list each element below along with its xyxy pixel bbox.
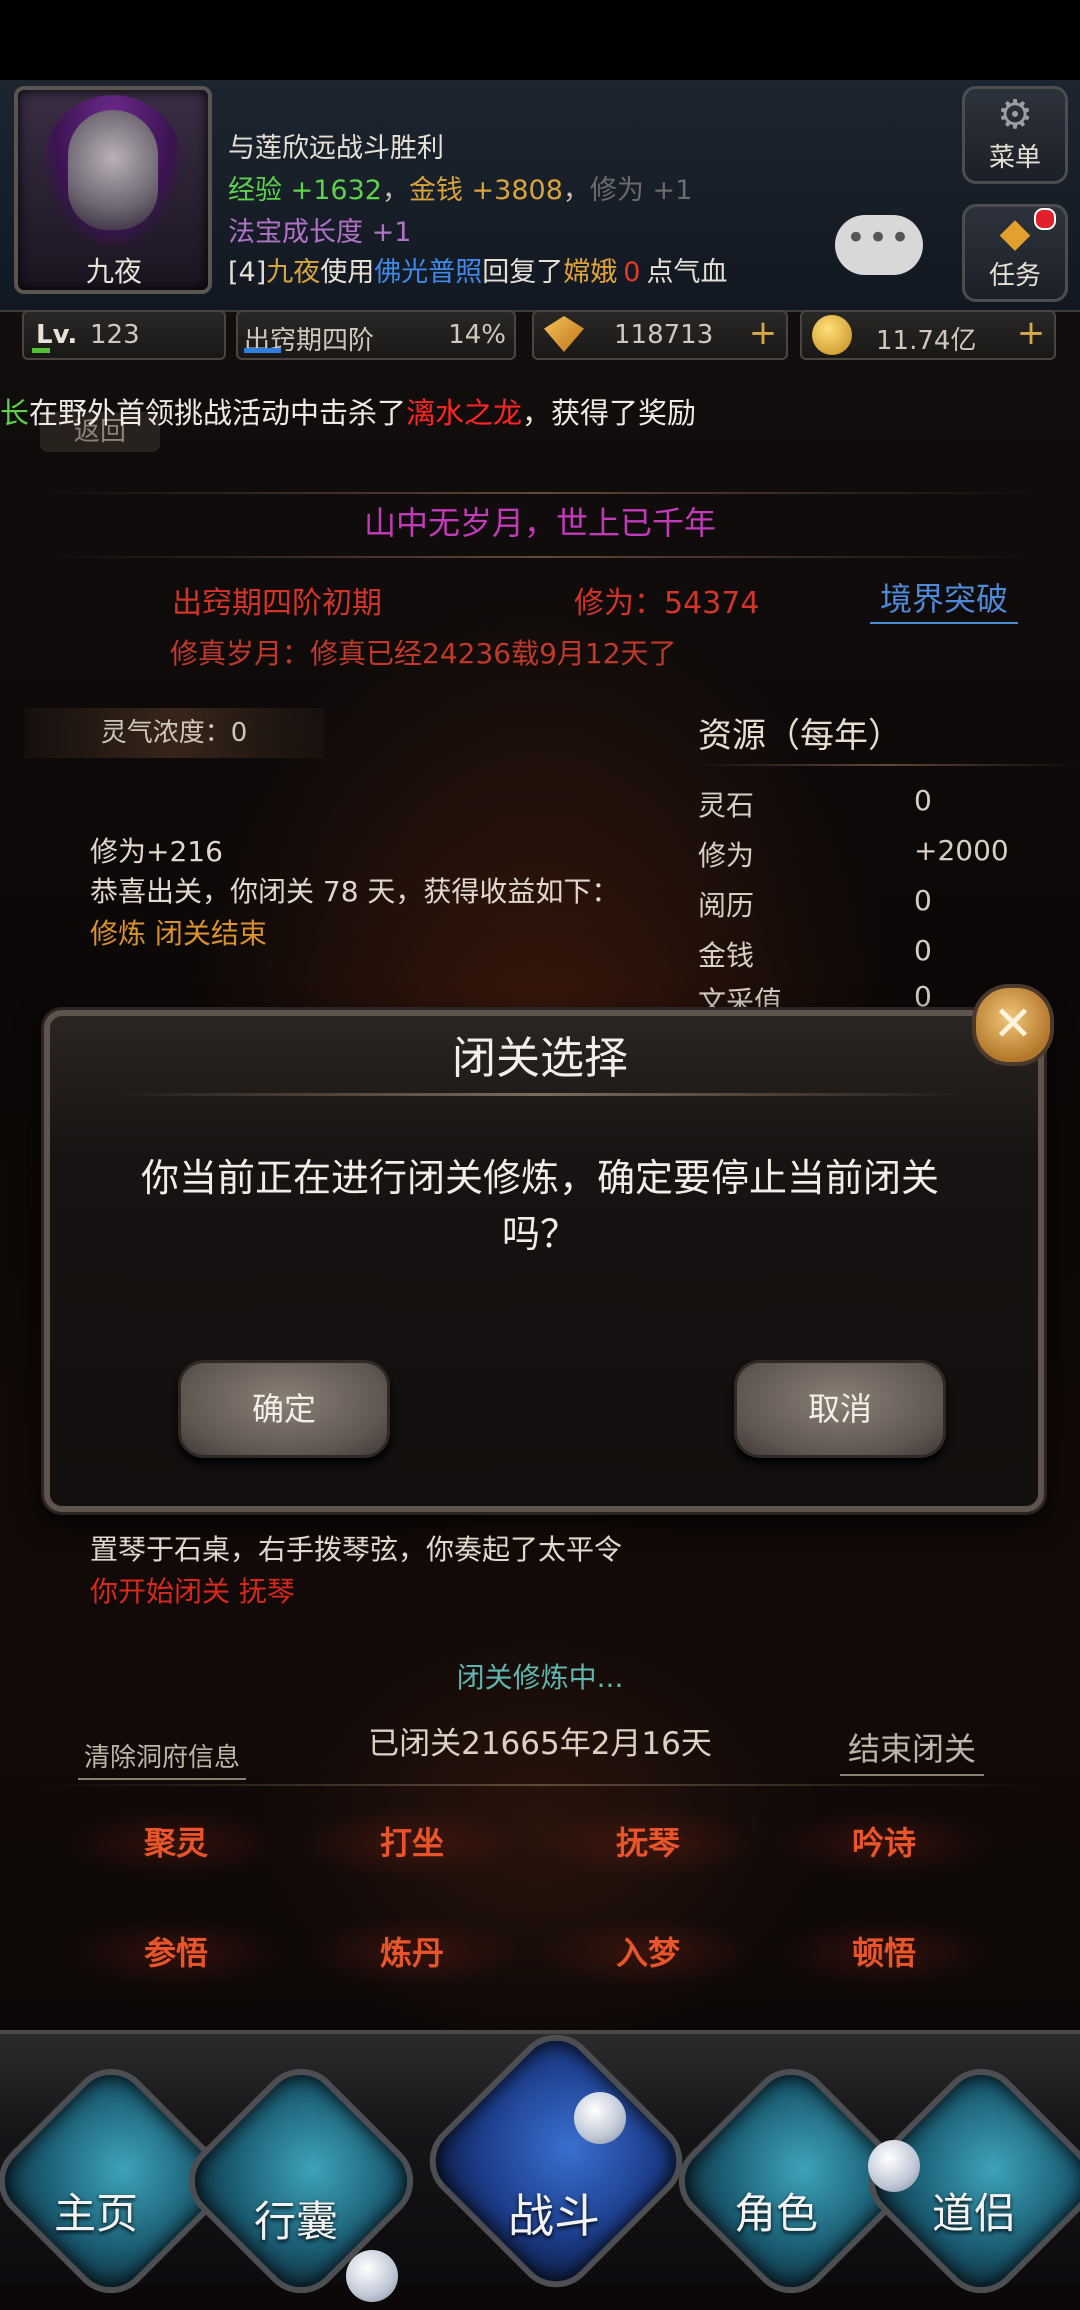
motto: 山中无岁月，世上已千年 (363, 504, 716, 542)
nav-partner-label[interactable]: 道侣 (874, 2180, 1074, 2241)
glow-orb (574, 2092, 626, 2144)
menu-label: 菜单 (988, 143, 1041, 173)
money-gain: +3808 (471, 175, 563, 206)
action-dazuo[interactable]: 打坐 (302, 1808, 522, 1878)
aura-density: 灵气浓度：0 (24, 708, 324, 758)
realm-percent: 14% (448, 320, 506, 350)
heal-amount: 0 (623, 257, 641, 288)
add-gems-button[interactable]: + (746, 316, 780, 350)
action-dunwu[interactable]: 顿悟 (774, 1918, 994, 1988)
level-progress-fill (32, 348, 50, 353)
glow-orb (346, 2250, 398, 2302)
gear-icon: ⚙ (997, 92, 1033, 138)
heal-prefix: [4] (228, 257, 267, 288)
level-value: 123 (90, 320, 140, 350)
cancel-button[interactable]: 取消 (734, 1360, 946, 1458)
gem-counter: 118713 + (532, 310, 788, 360)
task-label: 任务 (988, 261, 1041, 291)
heal-verb: 使用 (320, 257, 375, 288)
divider (40, 492, 1040, 494)
nav-bag-label[interactable]: 行囊 (196, 2188, 396, 2249)
avatar-face (68, 110, 158, 230)
realm-progress-fill (244, 348, 281, 353)
heal-target: 嫦娥 (563, 257, 618, 288)
realm-text: 出窍期四阶初期 (172, 586, 382, 621)
nav-home-label[interactable]: 主页 (0, 2180, 196, 2241)
resource-name: 修为 (698, 839, 755, 872)
action-fuqin[interactable]: 抚琴 (538, 1808, 758, 1878)
reward-message: 经验 +1632，金钱 +3808，修为 +1 (228, 175, 693, 206)
chat-bubble-icon[interactable]: ••• (835, 215, 923, 275)
gold-count: 11.74亿 (876, 326, 977, 356)
battle-message: 与莲欣远战斗胜利 (228, 133, 444, 164)
ticker-text-end: ，获得了奖励 (522, 396, 697, 430)
money-label: 金钱 (408, 175, 463, 206)
level-label: Lv. (36, 320, 78, 350)
player-name: 九夜 (85, 255, 142, 288)
gem-icon (544, 316, 584, 352)
gold-coin-icon (812, 315, 852, 355)
breakthrough-button[interactable]: 境界突破 (870, 574, 1019, 624)
exp-label: 经验 (228, 175, 282, 206)
action-rumeng[interactable]: 入梦 (538, 1918, 758, 1988)
action-canwu[interactable]: 参悟 (66, 1918, 286, 1988)
resource-value: +2000 (914, 834, 1009, 867)
action-yinshi[interactable]: 吟诗 (774, 1808, 994, 1878)
heal-skill: 佛光普照 (374, 257, 483, 288)
ticker-text: 在野外首领挑战活动中击杀了 (29, 396, 407, 430)
log-line: 置琴于石桌，右手拨琴弦，你奏起了太平令 (90, 1533, 623, 1566)
resource-value: 0 (914, 934, 932, 967)
confirm-button[interactable]: 确定 (178, 1360, 390, 1458)
xiuwei-label: 修为 (589, 175, 644, 206)
end-retreat-button[interactable]: 结束闭关 (840, 1724, 985, 1776)
dialog-divider (110, 1093, 970, 1096)
log-line: 恭喜出关，你闭关 78 天，获得收益如下： (90, 875, 620, 908)
resource-name: 阅历 (698, 889, 755, 922)
action-liandan[interactable]: 炼丹 (302, 1918, 522, 1988)
realm-bar: 出窍期四阶 14% (236, 310, 516, 360)
resource-name: 灵石 (698, 789, 755, 822)
resource-value: 0 (914, 884, 932, 917)
add-gold-button[interactable]: + (1014, 316, 1048, 350)
heal-suffix: 点气血 (646, 257, 728, 288)
divider (40, 1784, 1040, 1786)
exp-gain: +1632 (290, 175, 382, 206)
log-line: 修炼 闭关结束 (90, 917, 267, 950)
dialog-message: 你当前正在进行闭关修炼，确定要停止当前闭关吗？ (140, 1156, 939, 1256)
announcement-ticker: 长在野外首领挑战活动中击杀了漓水之龙，获得了奖励 (0, 390, 1080, 440)
resource-name: 金钱 (698, 939, 755, 972)
ticker-lead: 长 (0, 396, 30, 430)
divider (40, 556, 1040, 558)
heal-message: [4]九夜使用佛光普照回复了嫦娥 0 点气血 (228, 250, 727, 289)
xiuwei-gain: +1 (652, 175, 693, 206)
action-juling[interactable]: 聚灵 (66, 1808, 286, 1878)
dialog-title: 闭关选择 (452, 1033, 628, 1084)
resources-title: 资源（每年） (698, 716, 902, 756)
clear-cave-info-button[interactable]: 清除洞府信息 (78, 1737, 247, 1780)
task-notification-dot (1034, 208, 1056, 230)
resource-value: 0 (914, 980, 932, 1013)
treasure-growth-message: 法宝成长度 +1 (228, 217, 412, 248)
nav-battle-label[interactable]: 战斗 (454, 2180, 654, 2246)
heal-mid: 回复了 (482, 257, 564, 288)
resource-value: 0 (914, 784, 932, 817)
log-line: 你开始闭关 抚琴 (90, 1575, 295, 1608)
heal-actor: 九夜 (266, 257, 321, 288)
cultivation-years: 修真岁月：修真已经24236载9月12天了 (170, 637, 677, 670)
gold-counter: 11.74亿 + (800, 310, 1056, 360)
gem-count: 118713 (614, 320, 714, 350)
ticker-boss: 漓水之龙 (406, 396, 523, 430)
retreat-status: 闭关修炼中... (456, 1661, 624, 1694)
status-bar-area (0, 0, 1080, 80)
level-bar: Lv. 123 (22, 310, 226, 360)
nav-character-label[interactable]: 角色 (676, 2180, 876, 2241)
divider (690, 764, 1080, 766)
log-line: 修为+216 (90, 835, 223, 868)
menu-button[interactable]: ⚙ 菜单 (962, 86, 1068, 184)
xiuwei-text: 修为：54374 (574, 586, 760, 621)
close-icon[interactable]: ✕ (972, 984, 1054, 1066)
